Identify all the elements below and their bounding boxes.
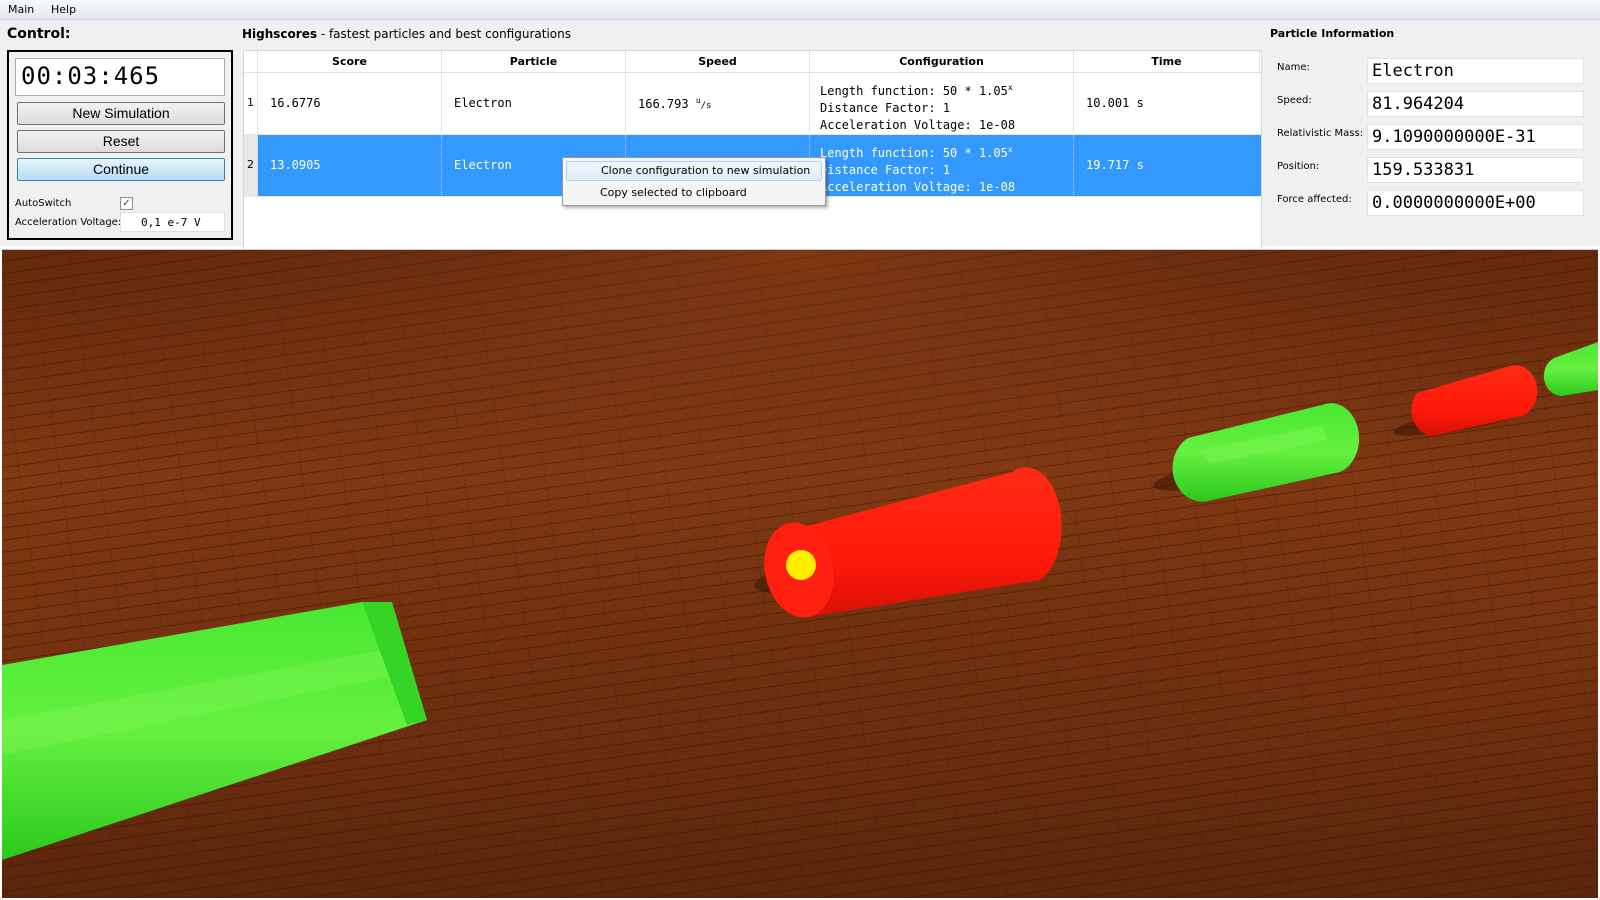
acceleration-voltage-label: Acceleration Voltage: [15, 217, 122, 228]
config-line-1: Length function: 50 * 1.05 [820, 84, 1008, 98]
header-speed[interactable]: Speed [626, 51, 810, 73]
control-panel: 00:03:465 New Simulation Reset Continue … [7, 50, 233, 240]
control-title: Control: [7, 26, 71, 42]
new-simulation-button[interactable]: New Simulation [17, 102, 225, 125]
particle-cell: Electron [454, 96, 512, 110]
particle-info-title: Particle Information [1270, 27, 1395, 40]
highscores-title-rest: - fastest particles and best configurati… [317, 27, 571, 41]
menu-bar: Main Help [0, 0, 1600, 20]
row-index: 2 [247, 158, 254, 171]
config-exponent: x [1007, 83, 1013, 92]
config-exponent: x [1007, 145, 1013, 154]
position-label: Position: [1277, 161, 1320, 172]
speed-unit-bottom: /s [700, 101, 712, 111]
speed-value: 166.793 [638, 97, 689, 111]
config-line-2: Distance Factor: 1 [820, 101, 951, 115]
menu-help[interactable]: Help [51, 3, 76, 16]
configuration-cell: Length function: 50 * 1.05x Distance Fact… [810, 135, 1074, 197]
particle-cell: Electron [454, 158, 512, 172]
speed-label: Speed: [1277, 95, 1312, 106]
menu-main[interactable]: Main [8, 3, 34, 16]
name-label: Name: [1277, 62, 1310, 73]
clone-configuration-menu-item[interactable]: Clone configuration to new simulation [566, 161, 822, 181]
config-line-2: Distance Factor: 1 [820, 163, 951, 177]
highscores-title: Highscores - fastest particles and best … [242, 27, 571, 41]
scene-canvas [2, 250, 1598, 898]
autoswitch-checkbox[interactable]: ✓ [120, 197, 133, 210]
top-panel: Control: 00:03:465 New Simulation Reset … [0, 20, 1600, 260]
context-menu: Clone configuration to new simulation Co… [562, 157, 826, 206]
relativistic-mass-field[interactable]: 9.1090000000E-31 [1367, 124, 1584, 150]
acceleration-voltage-input[interactable]: 0,1 e-7 V [120, 212, 225, 232]
header-time[interactable]: Time [1074, 51, 1260, 73]
table-row[interactable]: 1 16.6776 Electron 166.793 u/s Length fu… [244, 73, 1261, 135]
config-line-1: Length function: 50 * 1.05 [820, 146, 1008, 160]
copy-to-clipboard-menu-item[interactable]: Copy selected to clipboard [566, 183, 822, 203]
configuration-cell: Length function: 50 * 1.05x Distance Fact… [810, 73, 1074, 135]
table-header: Score Particle Speed Configuration Time [244, 51, 1261, 73]
row-index: 1 [247, 96, 254, 109]
header-configuration[interactable]: Configuration [810, 51, 1074, 73]
force-affected-label: Force affected: [1277, 194, 1352, 205]
relativistic-mass-label: Relativistic Mass: [1277, 128, 1364, 139]
particle-marker[interactable] [786, 550, 816, 580]
score-cell: 16.6776 [270, 96, 321, 110]
speed-cell: 166.793 u/s [638, 96, 711, 111]
reset-button[interactable]: Reset [17, 130, 225, 153]
check-icon: ✓ [122, 198, 131, 209]
name-field[interactable]: Electron [1367, 58, 1584, 84]
score-cell: 13.0905 [270, 158, 321, 172]
config-line-3: Acceleration Voltage: 1e-08 [820, 118, 1016, 132]
header-score[interactable]: Score [258, 51, 442, 73]
timer-display: 00:03:465 [15, 58, 225, 96]
speed-field[interactable]: 81.964204 [1367, 91, 1584, 117]
time-cell: 19.717 s [1086, 158, 1144, 172]
simulation-viewport[interactable] [2, 249, 1598, 898]
header-particle[interactable]: Particle [442, 51, 626, 73]
continue-button[interactable]: Continue [17, 158, 225, 181]
config-line-3: Acceleration Voltage: 1e-08 [820, 180, 1016, 194]
highscores-table[interactable]: Score Particle Speed Configuration Time … [243, 50, 1262, 260]
autoswitch-label: AutoSwitch [15, 198, 72, 209]
highscores-title-bold: Highscores [242, 27, 317, 41]
position-field[interactable]: 159.533831 [1367, 157, 1584, 183]
time-cell: 10.001 s [1086, 96, 1144, 110]
header-index [244, 51, 258, 73]
force-affected-field[interactable]: 0.0000000000E+00 [1367, 190, 1584, 216]
